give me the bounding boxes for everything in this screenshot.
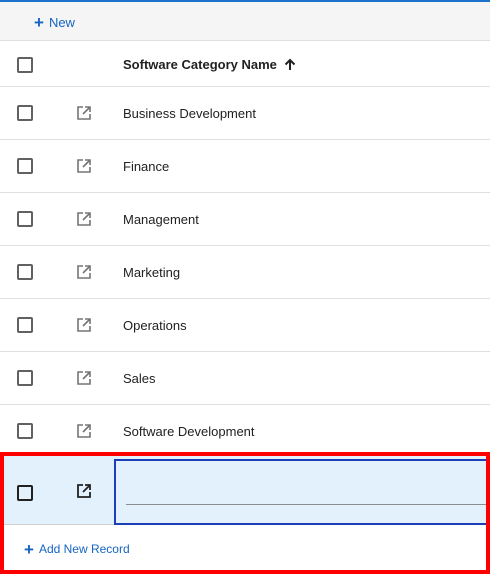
add-new-record-button[interactable]: + Add New Record xyxy=(24,539,130,559)
external-link-icon[interactable] xyxy=(76,317,92,333)
external-link-icon[interactable] xyxy=(76,423,92,439)
column-header-label: Software Category Name xyxy=(123,56,277,72)
external-link-icon[interactable] xyxy=(76,211,92,227)
category-name-cell[interactable]: Business Development xyxy=(123,87,256,140)
external-link-icon[interactable] xyxy=(76,483,92,499)
external-link-icon[interactable] xyxy=(76,370,92,386)
category-name-cell[interactable]: Sales xyxy=(123,352,156,405)
table-row: Sales xyxy=(0,352,490,405)
category-name-cell[interactable]: Finance xyxy=(123,140,169,193)
category-name-cell[interactable]: Operations xyxy=(123,299,187,352)
new-record-edit-cell xyxy=(114,459,490,525)
new-button-label: New xyxy=(48,14,75,30)
category-name-cell[interactable]: Management xyxy=(123,193,199,246)
row-checkbox[interactable] xyxy=(17,370,33,386)
row-checkbox[interactable] xyxy=(17,317,33,333)
external-link-icon[interactable] xyxy=(76,105,92,121)
new-record-area: + Add New Record xyxy=(0,455,490,574)
software-category-name-input[interactable] xyxy=(126,475,490,505)
toolbar: + New xyxy=(0,0,490,41)
add-new-record-label: Add New Record xyxy=(38,542,130,556)
category-name-cell[interactable]: Marketing xyxy=(123,246,180,299)
table-row: Marketing xyxy=(0,246,490,299)
column-header-category-name[interactable]: Software Category Name xyxy=(123,41,296,87)
new-row-checkbox[interactable] xyxy=(17,485,33,501)
row-checkbox[interactable] xyxy=(17,158,33,174)
table-row: Software Development xyxy=(0,405,490,458)
table-row: Business Development xyxy=(0,87,490,140)
grid-header-row: Software Category Name xyxy=(0,41,490,87)
data-grid: Software Category Name Business Developm… xyxy=(0,41,490,458)
select-all-checkbox[interactable] xyxy=(17,57,33,73)
new-record-row xyxy=(0,455,490,525)
row-checkbox[interactable] xyxy=(17,423,33,439)
external-link-icon[interactable] xyxy=(76,158,92,174)
row-checkbox[interactable] xyxy=(17,211,33,227)
category-name-cell[interactable]: Software Development xyxy=(123,405,255,458)
plus-icon: + xyxy=(34,12,44,32)
table-row: Operations xyxy=(0,299,490,352)
plus-icon: + xyxy=(24,539,34,559)
table-row: Finance xyxy=(0,140,490,193)
row-checkbox[interactable] xyxy=(17,264,33,280)
external-link-icon[interactable] xyxy=(76,264,92,280)
arrow-up-icon xyxy=(284,58,296,70)
table-row: Management xyxy=(0,193,490,246)
new-button[interactable]: + New xyxy=(34,11,75,33)
row-checkbox[interactable] xyxy=(17,105,33,121)
